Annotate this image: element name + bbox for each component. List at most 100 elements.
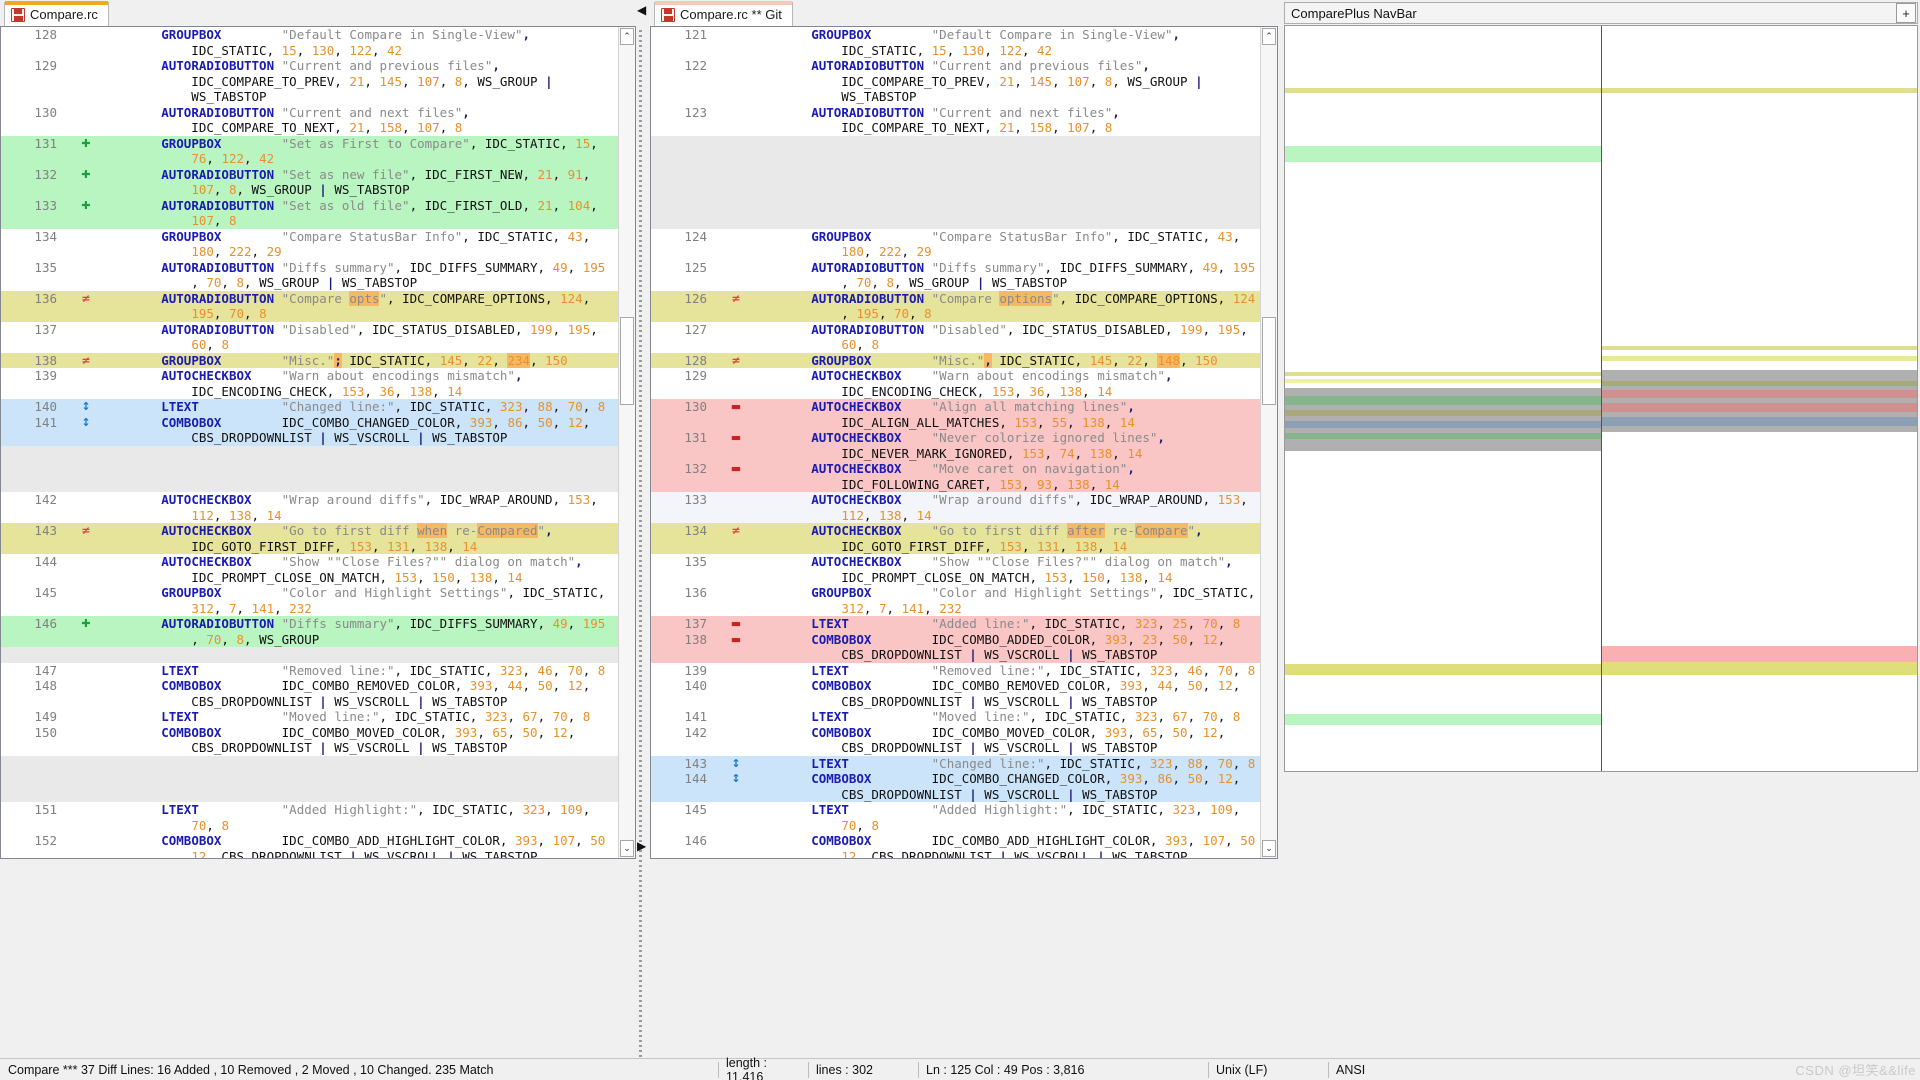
code-line[interactable]: 312, 7, 141, 232 (1, 601, 618, 617)
code-line[interactable]: IDC_PROMPT_CLOSE_ON_MATCH, 153, 150, 138… (1, 570, 618, 586)
pane-splitter[interactable]: ◀ ▶ (636, 0, 650, 1080)
code-line[interactable]: CBS_DROPDOWNLIST | WS_VSCROLL | WS_TABST… (1, 694, 618, 710)
code-line[interactable]: 135 AUTORADIOBUTTON "Diffs summary", IDC… (1, 260, 618, 276)
code-line[interactable]: 112, 138, 14 (1, 508, 618, 524)
code-line[interactable]: 145 LTEXT "Added Highlight:", IDC_STATIC… (651, 802, 1260, 818)
navbar-diff-segment[interactable] (1285, 714, 1601, 725)
code-line[interactable]: CBS_DROPDOWNLIST | WS_VSCROLL | WS_TABST… (651, 647, 1260, 663)
code-line[interactable]: 146✚ AUTORADIOBUTTON "Diffs summary", ID… (1, 616, 618, 632)
code-line[interactable]: WS_TABSTOP (1, 89, 618, 105)
code-line[interactable]: , 70, 8, WS_GROUP | WS_TABSTOP (651, 275, 1260, 291)
code-line[interactable]: IDC_COMPARE_TO_PREV, 21, 145, 107, 8, WS… (651, 74, 1260, 90)
code-line[interactable] (1, 771, 618, 787)
code-line[interactable]: CBS_DROPDOWNLIST | WS_VSCROLL | WS_TABST… (1, 740, 618, 756)
code-line[interactable]: 195, 70, 8 (1, 306, 618, 322)
code-line[interactable]: 129 AUTORADIOBUTTON "Current and previou… (1, 58, 618, 74)
code-line[interactable]: 70, 8 (651, 818, 1260, 834)
code-line[interactable]: CBS_DROPDOWNLIST | WS_VSCROLL | WS_TABST… (651, 694, 1260, 710)
code-line[interactable]: 180, 222, 29 (1, 244, 618, 260)
code-line[interactable] (651, 151, 1260, 167)
navbar-diff-segment[interactable] (1602, 426, 1918, 432)
code-line[interactable]: 12, CBS_DROPDOWNLIST | WS_VSCROLL | WS_T… (1, 849, 618, 859)
code-line[interactable]: 148 COMBOBOX IDC_COMBO_REMOVED_COLOR, 39… (1, 678, 618, 694)
code-line[interactable]: 134 GROUPBOX "Compare StatusBar Info", I… (1, 229, 618, 245)
code-line[interactable]: 60, 8 (651, 337, 1260, 353)
code-line[interactable]: 70, 8 (1, 818, 618, 834)
right-scroll-thumb[interactable] (1262, 317, 1276, 405)
code-line[interactable]: 149 LTEXT "Moved line:", IDC_STATIC, 323… (1, 709, 618, 725)
code-line[interactable]: 140 COMBOBOX IDC_COMBO_REMOVED_COLOR, 39… (651, 678, 1260, 694)
code-line[interactable]: 141↕ COMBOBOX IDC_COMBO_CHANGED_COLOR, 3… (1, 415, 618, 431)
splitter-left-arrow-icon[interactable]: ◀ (637, 4, 646, 16)
code-line[interactable] (651, 198, 1260, 214)
code-line[interactable] (1, 787, 618, 803)
code-line[interactable]: 139 AUTOCHECKBOX "Warn about encodings m… (1, 368, 618, 384)
code-line[interactable] (1, 446, 618, 462)
code-line[interactable]: IDC_GOTO_FIRST_DIFF, 153, 131, 138, 14 (651, 539, 1260, 555)
code-line[interactable]: 131✚ GROUPBOX "Set as First to Compare",… (1, 136, 618, 152)
navbar-diff-segment[interactable] (1602, 646, 1918, 662)
code-line[interactable]: IDC_GOTO_FIRST_DIFF, 153, 131, 138, 14 (1, 539, 618, 555)
code-line[interactable]: 112, 138, 14 (651, 508, 1260, 524)
code-line[interactable]: 122 AUTORADIOBUTTON "Current and previou… (651, 58, 1260, 74)
code-line[interactable] (1, 756, 618, 772)
code-line[interactable]: IDC_COMPARE_TO_PREV, 21, 145, 107, 8, WS… (1, 74, 618, 90)
navbar-diff-segment[interactable] (1602, 370, 1918, 381)
splitter-right-arrow-icon[interactable]: ▶ (637, 840, 646, 852)
navbar-diff-segment[interactable] (1285, 396, 1601, 405)
code-line[interactable]: , 70, 8, WS_GROUP (1, 632, 618, 648)
code-line[interactable]: 128 GROUPBOX "Default Compare in Single-… (1, 27, 618, 43)
navbar-diff-segment[interactable] (1285, 88, 1601, 93)
code-line[interactable]: 144 AUTOCHECKBOX "Show ""Close Files?"" … (1, 554, 618, 570)
code-line[interactable]: 126≠ AUTORADIOBUTTON "Compare options", … (651, 291, 1260, 307)
code-line[interactable]: 107, 8 (1, 213, 618, 229)
tab-compare-rc[interactable]: Compare.rc (4, 2, 109, 26)
code-line[interactable]: IDC_COMPARE_TO_NEXT, 21, 158, 107, 8 (1, 120, 618, 136)
navbar-diff-segment[interactable] (1602, 88, 1918, 93)
navbar-diff-segment[interactable] (1285, 372, 1601, 376)
scroll-down-icon[interactable]: ⌄ (1262, 840, 1276, 857)
code-line[interactable]: 123 AUTORADIOBUTTON "Current and next fi… (651, 105, 1260, 121)
code-line[interactable]: CBS_DROPDOWNLIST | WS_VSCROLL | WS_TABST… (651, 740, 1260, 756)
navbar-diff-segment[interactable] (1285, 146, 1601, 162)
navbar-diff-segment[interactable] (1602, 417, 1918, 426)
scroll-up-icon[interactable]: ⌃ (1262, 28, 1276, 45)
code-line[interactable]: 128≠ GROUPBOX "Misc.", IDC_STATIC, 145, … (651, 353, 1260, 369)
right-editor-pane[interactable]: 121 GROUPBOX "Default Compare in Single-… (650, 26, 1278, 859)
plus-icon[interactable]: + (1896, 3, 1916, 23)
navbar-right-column[interactable] (1602, 26, 1918, 771)
code-line[interactable]: , 195, 70, 8 (651, 306, 1260, 322)
code-line[interactable]: 133 AUTOCHECKBOX "Wrap around diffs", ID… (651, 492, 1260, 508)
code-line[interactable]: IDC_STATIC, 15, 130, 122, 42 (651, 43, 1260, 59)
code-line[interactable]: 138≠ GROUPBOX "Misc."; IDC_STATIC, 145, … (1, 353, 618, 369)
code-line[interactable] (1, 461, 618, 477)
code-line[interactable]: 135 AUTOCHECKBOX "Show ""Close Files?"" … (651, 554, 1260, 570)
code-line[interactable]: 130▬ AUTOCHECKBOX "Align all matching li… (651, 399, 1260, 415)
code-line[interactable]: IDC_FOLLOWING_CARET, 153, 93, 138, 14 (651, 477, 1260, 493)
code-line[interactable]: 146 COMBOBOX IDC_COMBO_ADD_HIGHLIGHT_COL… (651, 833, 1260, 849)
navbar-left-column[interactable] (1285, 26, 1602, 771)
navbar-body[interactable] (1284, 25, 1918, 772)
code-line[interactable]: IDC_NEVER_MARK_IGNORED, 153, 74, 138, 14 (651, 446, 1260, 462)
scroll-down-icon[interactable]: ⌄ (620, 840, 634, 857)
code-line[interactable]: 138▬ COMBOBOX IDC_COMBO_ADDED_COLOR, 393… (651, 632, 1260, 648)
navbar-diff-segment[interactable] (1602, 346, 1918, 350)
code-line[interactable]: 137▬ LTEXT "Added line:", IDC_STATIC, 32… (651, 616, 1260, 632)
code-line[interactable] (651, 167, 1260, 183)
code-line[interactable]: IDC_COMPARE_TO_NEXT, 21, 158, 107, 8 (651, 120, 1260, 136)
code-line[interactable]: 130 AUTORADIOBUTTON "Current and next fi… (1, 105, 618, 121)
code-line[interactable]: 145 GROUPBOX "Color and Highlight Settin… (1, 585, 618, 601)
navbar-diff-segment[interactable] (1602, 356, 1918, 361)
code-line[interactable]: 140↕ LTEXT "Changed line:", IDC_STATIC, … (1, 399, 618, 415)
code-line[interactable]: 312, 7, 141, 232 (651, 601, 1260, 617)
code-line[interactable]: 141 LTEXT "Moved line:", IDC_STATIC, 323… (651, 709, 1260, 725)
code-line[interactable]: 131▬ AUTOCHECKBOX "Never colorize ignore… (651, 430, 1260, 446)
code-line[interactable]: IDC_ALIGN_ALL_MATCHES, 153, 55, 138, 14 (651, 415, 1260, 431)
navbar-diff-segment[interactable] (1285, 439, 1601, 451)
code-line[interactable]: 152 COMBOBOX IDC_COMBO_ADD_HIGHLIGHT_COL… (1, 833, 618, 849)
code-line[interactable]: IDC_ENCODING_CHECK, 153, 36, 138, 14 (651, 384, 1260, 400)
code-line[interactable]: 124 GROUPBOX "Compare StatusBar Info", I… (651, 229, 1260, 245)
navbar-diff-segment[interactable] (1602, 662, 1918, 675)
code-line[interactable] (651, 213, 1260, 229)
code-line[interactable]: 142 AUTOCHECKBOX "Wrap around diffs", ID… (1, 492, 618, 508)
